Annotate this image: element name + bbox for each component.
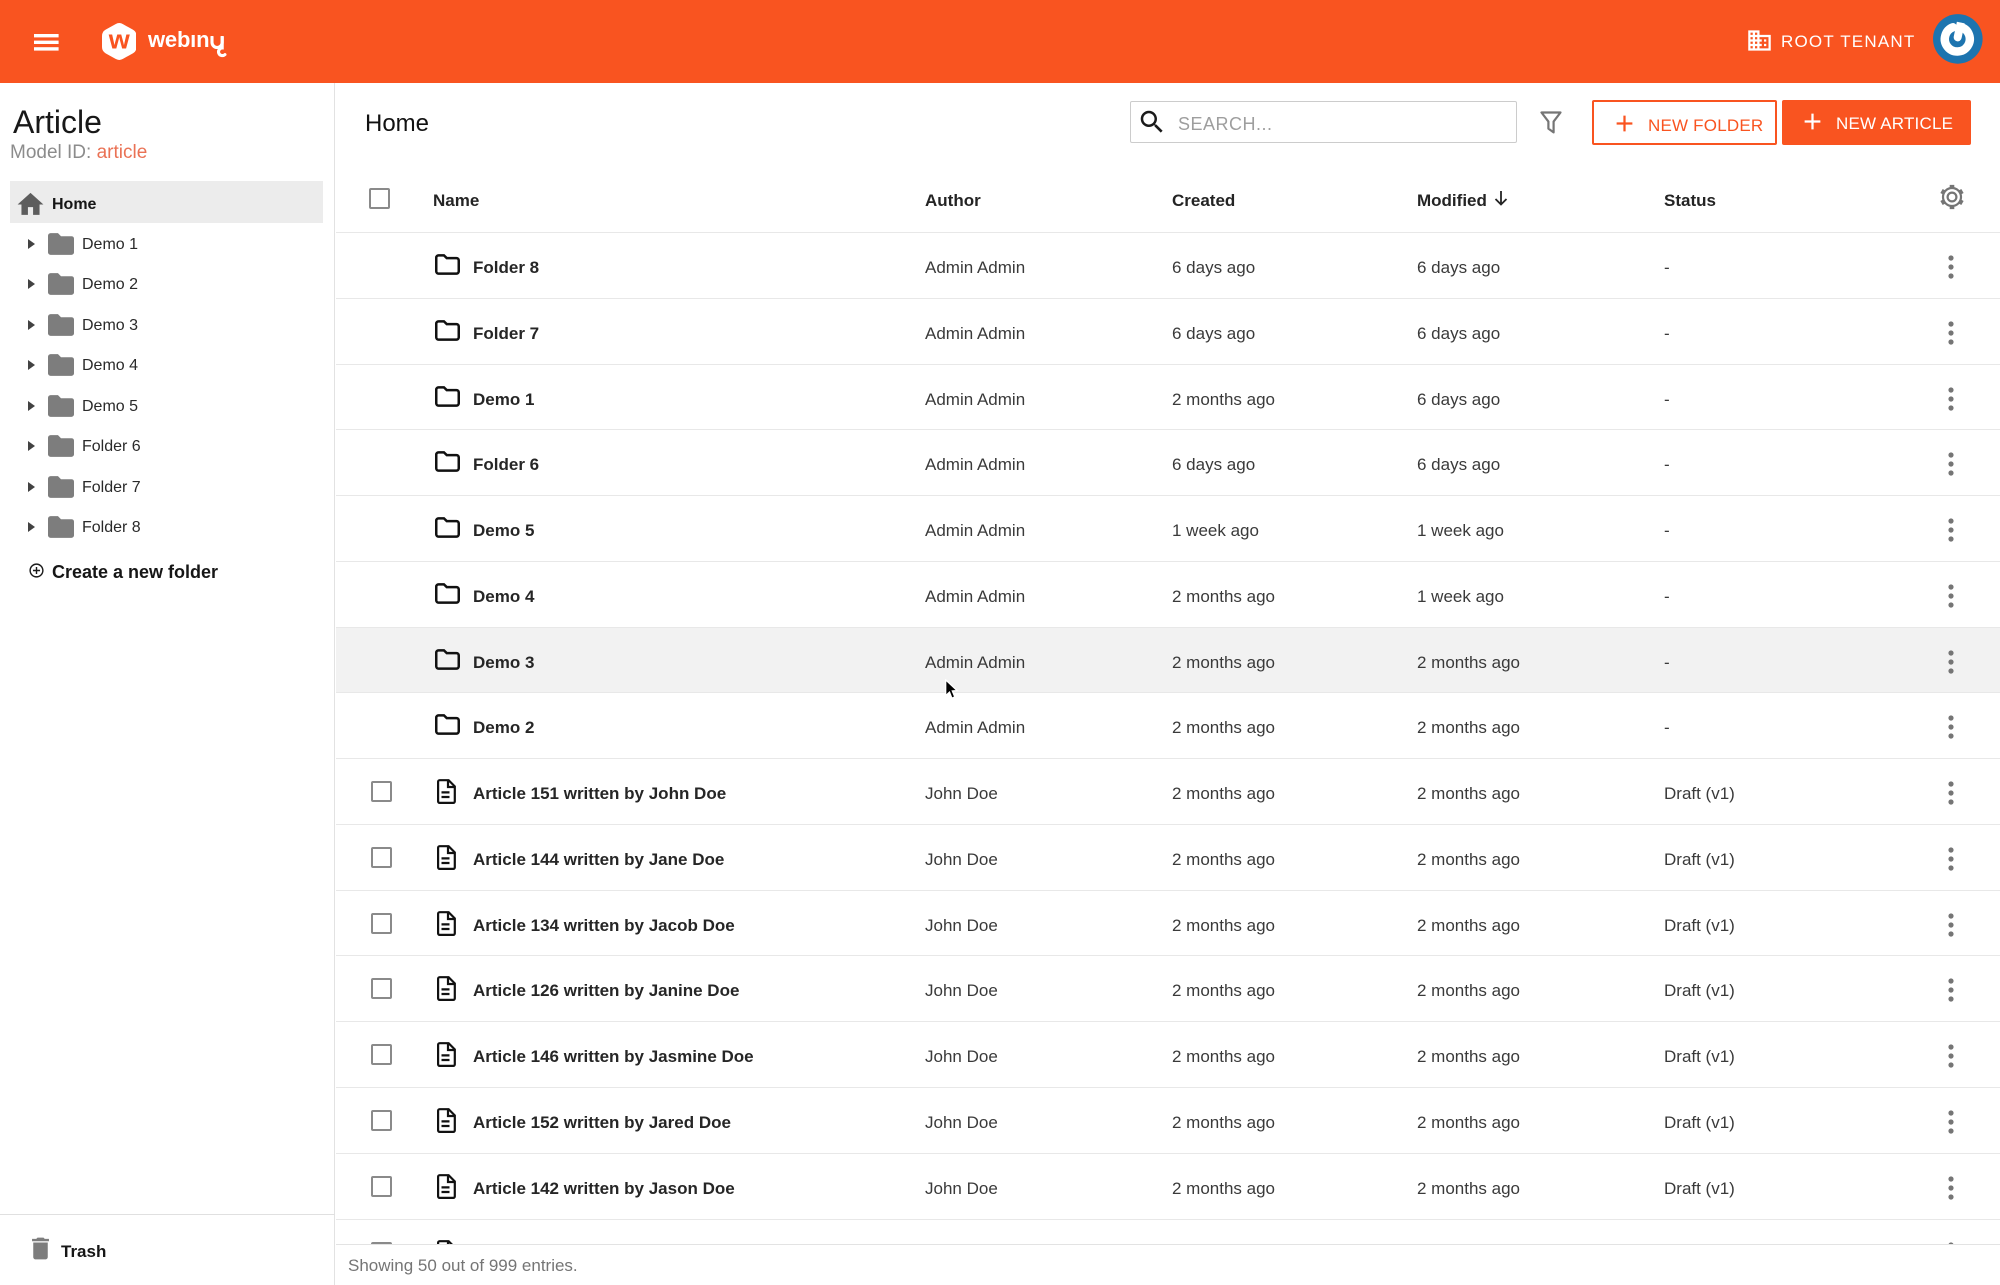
svg-text:w: w (107, 24, 130, 54)
